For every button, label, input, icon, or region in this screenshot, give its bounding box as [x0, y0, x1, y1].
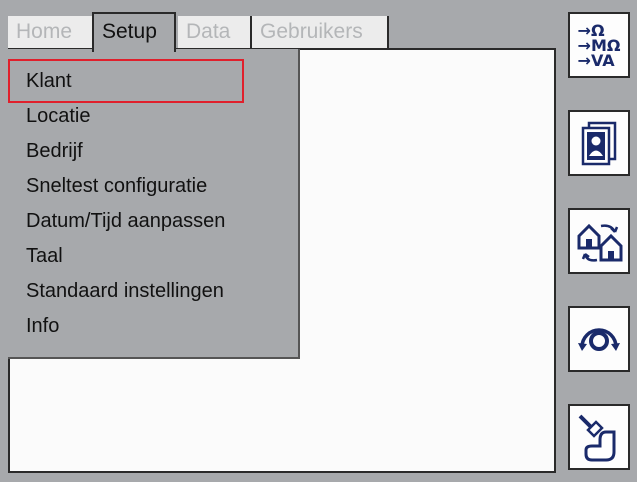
rotate-button[interactable] — [568, 306, 630, 372]
menu-item-sneltest-configuratie[interactable]: Sneltest configuratie — [26, 170, 207, 202]
menu-item-label: Sneltest configuratie — [26, 175, 208, 197]
user-profiles-icon — [581, 121, 617, 166]
menu-item-klant[interactable]: Klant — [26, 65, 72, 97]
tab-home-label: Home — [16, 20, 73, 43]
menu-item-label: Locatie — [26, 105, 91, 127]
menu-item-label: Standaard instellingen — [26, 280, 224, 302]
menu-item-locatie[interactable]: Locatie — [26, 100, 91, 132]
menu-item-bedrijf[interactable]: Bedrijf — [26, 135, 83, 167]
tab-data-label: Data — [186, 20, 231, 43]
transfer-sites-icon — [577, 223, 623, 262]
menu-item-label: Info — [26, 315, 60, 337]
rotate-circle-icon — [578, 328, 620, 351]
probe-tool-button[interactable] — [568, 404, 630, 470]
menu-item-datum-tijd[interactable]: Datum/Tijd aanpassen — [26, 205, 225, 237]
tab-data[interactable]: Data — [178, 16, 252, 48]
transfer-sites-button[interactable] — [568, 208, 630, 274]
tab-setup[interactable]: Setup — [92, 12, 176, 52]
menu-item-taal[interactable]: Taal — [26, 240, 63, 272]
setup-dropdown-menu: Klant Locatie Bedrijf Sneltest configura… — [8, 49, 300, 359]
tab-gebruikers[interactable]: Gebruikers — [252, 16, 389, 48]
probe-tool-icon — [578, 414, 616, 462]
user-profiles-button[interactable] — [568, 110, 630, 176]
measurement-units-button[interactable]: →Ω →MΩ →VA — [568, 12, 630, 78]
tab-setup-label: Setup — [102, 20, 157, 43]
measurement-units-icon: →Ω →MΩ →VA — [577, 22, 621, 70]
menu-item-info[interactable]: Info — [26, 310, 59, 342]
tab-gebruikers-label: Gebruikers — [260, 20, 363, 43]
tab-home[interactable]: Home — [8, 16, 94, 48]
menu-item-standaard-instellingen[interactable]: Standaard instellingen — [26, 275, 224, 307]
menu-item-label: Bedrijf — [26, 140, 83, 162]
menu-item-label: Datum/Tijd aanpassen — [26, 210, 226, 232]
unit-va-label: →VA — [577, 50, 615, 70]
menu-item-label: Taal — [26, 245, 63, 267]
menu-item-label: Klant — [26, 70, 72, 92]
